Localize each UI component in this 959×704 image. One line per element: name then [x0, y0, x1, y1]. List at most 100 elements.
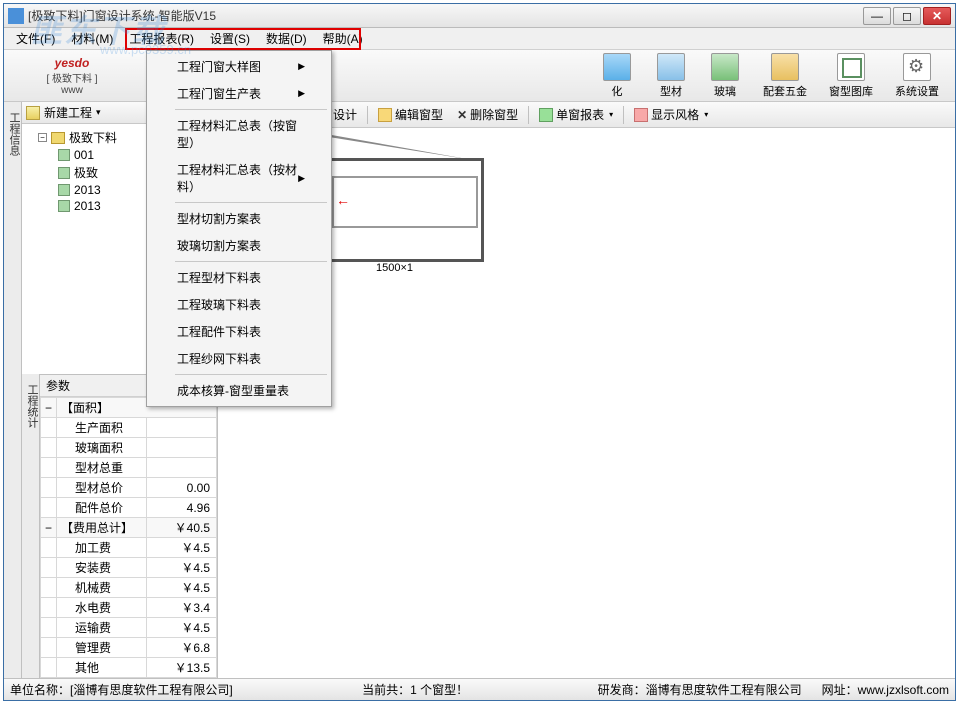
param-value[interactable]: ￥4.5 — [147, 578, 217, 598]
param-label: 加工费 — [57, 538, 147, 558]
param-label: 生产面积 — [57, 418, 147, 438]
menu-separator — [175, 109, 327, 110]
param-value[interactable]: ￥4.5 — [147, 618, 217, 638]
logo-sub1: [ 极致下料 ] — [46, 70, 97, 85]
param-label: 运输费 — [57, 618, 147, 638]
tree-header-label: 新建工程 — [44, 104, 92, 121]
params-table: −【面积】 生产面积 玻璃面积 型材总重 型材总价0.00 配件总价4.96 −… — [40, 397, 217, 678]
menu-file[interactable]: 文件(F) — [8, 28, 63, 49]
param-value[interactable]: ￥4.5 — [147, 538, 217, 558]
param-label: 管理费 — [57, 638, 147, 658]
item-icon — [58, 200, 70, 212]
param-value[interactable] — [147, 438, 217, 458]
profile-icon — [657, 53, 685, 81]
param-value[interactable]: ￥4.5 — [147, 558, 217, 578]
btn-edit-window[interactable]: 编辑窗型 — [372, 104, 449, 125]
titlebar: [极致下料]门窗设计系统-智能版V15 — ◻ ✕ — [4, 4, 955, 28]
param-value[interactable] — [147, 458, 217, 478]
tool-optimize[interactable]: 化 — [593, 51, 641, 101]
chevron-down-icon: ▾ — [96, 107, 101, 118]
folder-icon — [51, 132, 65, 144]
menu-data[interactable]: 数据(D) — [258, 28, 315, 49]
dd-material-by-material[interactable]: 工程材料汇总表（按材料）▶ — [149, 156, 329, 200]
btn-single-report[interactable]: 单窗报表▾ — [533, 104, 619, 125]
status-current: 当前共：1 个窗型！ — [362, 681, 468, 698]
app-icon — [8, 8, 24, 24]
param-label: 玻璃面积 — [57, 438, 147, 458]
param-value[interactable]: 0.00 — [147, 478, 217, 498]
document-icon — [26, 106, 40, 120]
delete-icon: ✕ — [457, 108, 467, 122]
param-label: 型材总价 — [57, 478, 147, 498]
report-dropdown-menu: 工程门窗大样图▶ 工程门窗生产表▶ 工程材料汇总表（按窗型） 工程材料汇总表（按… — [146, 50, 332, 407]
dd-parts-material[interactable]: 工程配件下料表 — [149, 318, 329, 345]
menu-separator — [175, 261, 327, 262]
gear-icon — [903, 53, 931, 81]
param-value[interactable]: 4.96 — [147, 498, 217, 518]
dd-screen-material[interactable]: 工程纱网下料表 — [149, 345, 329, 372]
dd-cost-weight[interactable]: 成本核算-窗型重量表 — [149, 377, 329, 404]
status-developer: 研发商：淄博有思度软件工程有限公司 — [598, 681, 802, 698]
submenu-arrow-icon: ▶ — [298, 88, 305, 99]
menu-settings[interactable]: 设置(S) — [202, 28, 258, 49]
menu-help[interactable]: 帮助(A) — [315, 28, 371, 49]
menu-separator — [175, 374, 327, 375]
param-label: 其他 — [57, 658, 147, 678]
close-button[interactable]: ✕ — [923, 7, 951, 25]
tool-profile[interactable]: 型材 — [647, 51, 695, 101]
chevron-down-icon: ▾ — [609, 110, 613, 119]
expand-icon[interactable]: − — [41, 518, 57, 538]
param-label: 配件总价 — [57, 498, 147, 518]
param-value[interactable] — [147, 418, 217, 438]
group-cost: 【费用总计】 — [57, 518, 147, 538]
calendar-icon — [603, 53, 631, 81]
separator — [623, 106, 624, 124]
btn-display-style[interactable]: 显示风格▾ — [628, 104, 714, 125]
param-label: 机械费 — [57, 578, 147, 598]
statusbar: 单位名称：[淄博有思度软件工程有限公司] 当前共：1 个窗型！ 研发商：淄博有思… — [4, 678, 955, 700]
tool-system-settings[interactable]: 系统设置 — [887, 51, 947, 101]
btn-delete-window[interactable]: ✕删除窗型 — [451, 104, 524, 125]
vtab-project-info[interactable]: 工程信息 — [4, 106, 24, 162]
menu-separator — [175, 202, 327, 203]
param-label: 水电费 — [57, 598, 147, 618]
tool-hardware[interactable]: 配套五金 — [755, 51, 815, 101]
status-url: 网址：www.jzxlsoft.com — [822, 681, 949, 698]
maximize-button[interactable]: ◻ — [893, 7, 921, 25]
dd-glass-material[interactable]: 工程玻璃下料表 — [149, 291, 329, 318]
dd-material-by-window[interactable]: 工程材料汇总表（按窗型） — [149, 112, 329, 156]
dd-glass-cutting[interactable]: 玻璃切割方案表 — [149, 232, 329, 259]
window-thumbnail[interactable]: ← 1500×1 — [326, 134, 488, 266]
tool-glass[interactable]: 玻璃 — [701, 51, 749, 101]
menubar: 文件(F) 材料(M) 工程报表(R) 设置(S) 数据(D) 帮助(A) — [4, 28, 955, 50]
hardware-icon — [771, 53, 799, 81]
separator — [367, 106, 368, 124]
item-icon — [58, 167, 70, 179]
param-value[interactable]: ￥13.5 — [147, 658, 217, 678]
dd-window-production[interactable]: 工程门窗生产表▶ — [149, 80, 329, 107]
dd-profile-cutting[interactable]: 型材切割方案表 — [149, 205, 329, 232]
params-vtabs: 工程统计 — [22, 374, 40, 678]
collapse-icon[interactable]: − — [38, 133, 47, 142]
expand-icon[interactable]: − — [41, 398, 57, 418]
glass-icon — [711, 53, 739, 81]
vtab-project-stats[interactable]: 工程统计 — [22, 378, 42, 434]
dimension-label: 1500×1 — [376, 262, 413, 274]
brand-logo: yesdo [ 极致下料 ] www — [12, 56, 132, 96]
dd-window-drawing[interactable]: 工程门窗大样图▶ — [149, 53, 329, 80]
style-icon — [634, 108, 648, 122]
param-value[interactable]: ￥3.4 — [147, 598, 217, 618]
left-vertical-tabs: 工程信息 — [4, 102, 22, 678]
logo-text: yesdo — [55, 56, 90, 70]
window-title: [极致下料]门窗设计系统-智能版V15 — [28, 7, 863, 24]
tool-library[interactable]: 窗型图库 — [821, 51, 881, 101]
menu-material[interactable]: 材料(M) — [63, 28, 121, 49]
param-value[interactable]: ￥6.8 — [147, 638, 217, 658]
params-panel: 参数 −【面积】 生产面积 玻璃面积 型材总重 型材总价0.00 配件总价4.9… — [40, 374, 217, 678]
group-total: ￥40.5 — [147, 518, 217, 538]
menu-report[interactable]: 工程报表(R) — [121, 28, 202, 49]
chevron-down-icon: ▾ — [704, 110, 708, 119]
dd-profile-material[interactable]: 工程型材下料表 — [149, 264, 329, 291]
submenu-arrow-icon: ▶ — [298, 61, 305, 72]
minimize-button[interactable]: — — [863, 7, 891, 25]
